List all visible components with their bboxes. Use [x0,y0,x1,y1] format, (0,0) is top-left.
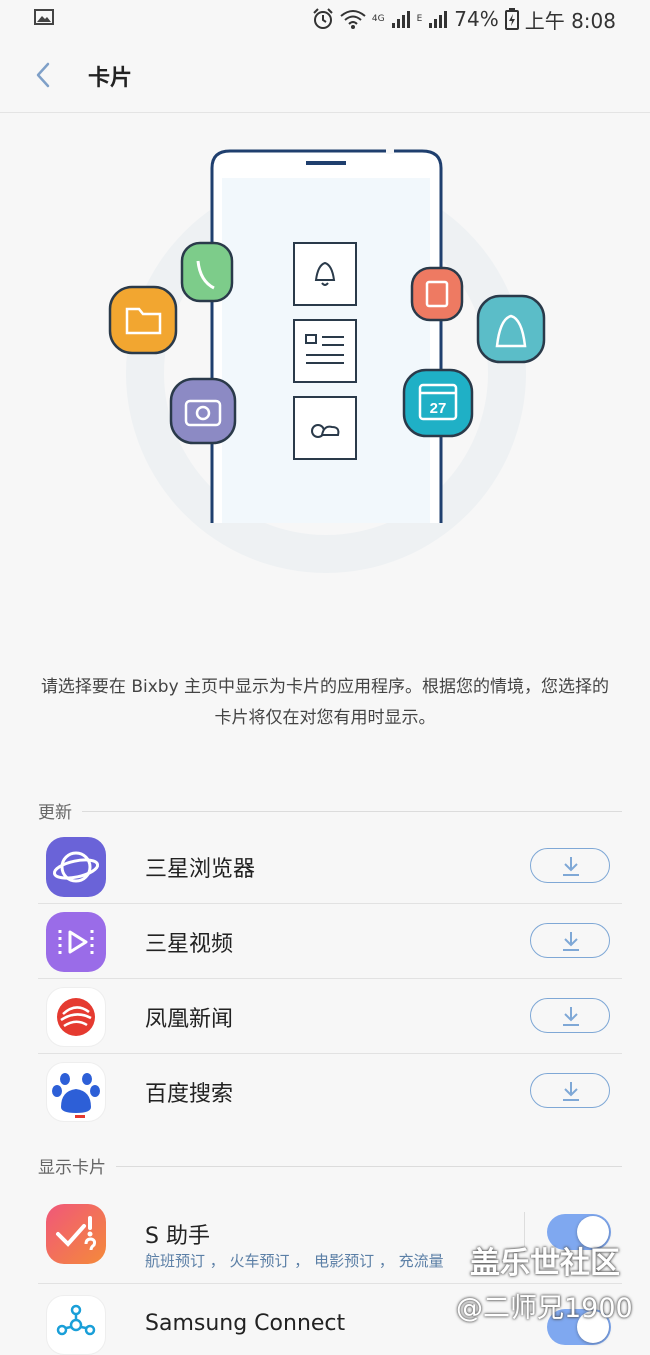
app-name: 三星视频 [145,932,234,957]
calendar-day: 27 [430,400,447,417]
app-name: 百度搜索 [145,1082,234,1107]
camera-app-icon [169,377,237,445]
download-button[interactable] [530,848,610,883]
card-contact-icon [293,319,357,383]
status-bar: 4G E 74% 上午 8:08 [0,0,650,38]
cards-illustration: 27 [108,149,546,573]
download-button[interactable] [530,923,610,958]
ifeng-news-icon [46,987,106,1047]
section-label-show-cards: 显示卡片 [38,1153,116,1178]
alarm-icon [313,8,333,29]
status-icons: 4G E 74% 上午 8:08 [312,4,616,34]
battery-icon [504,8,519,30]
download-icon [563,1082,579,1101]
section-header-show-cards: 显示卡片 [38,1153,622,1181]
card-name: Samsung Connect [145,1311,346,1336]
wifi-icon [340,10,366,29]
list-item-samsung-internet[interactable]: 三星浏览器 [38,829,622,904]
network-type: 4G [371,14,385,24]
samsung-connect-icon [46,1295,106,1355]
notes-app-icon [410,266,464,322]
app-bar: 卡片 [0,38,650,113]
section-header-updates: 更新 [38,798,622,826]
app-name: 凤凰新闻 [145,1007,234,1032]
download-button[interactable] [530,1073,610,1108]
list-item-baidu[interactable]: 百度搜索 [38,1054,622,1129]
folder-app-icon [108,285,178,355]
battery-percent: 74% [454,7,499,31]
samsung-video-icon [46,912,106,972]
calendar-app-icon: 27 [402,368,474,438]
samsung-internet-icon [46,837,106,897]
back-arrow-icon[interactable] [30,58,60,92]
page-title: 卡片 [88,66,133,91]
list-item-ifeng-news[interactable]: 凤凰新闻 [38,979,622,1054]
reminder-app-icon [476,294,546,364]
section-label-updates: 更新 [38,798,82,823]
signal-icon [391,11,410,28]
gallery-notification-icon [34,9,54,25]
description: 请选择要在 Bixby 主页中显示为卡片的应用程序。根据您的情境，您选择的卡片将… [40,677,610,728]
card-description: 航班预订 ， 火车预订 ， 电影预订 ， 充流量 [145,1252,444,1270]
card-weather-icon [293,396,357,460]
phone-app-icon [180,241,234,303]
download-icon [563,1007,579,1026]
baidu-icon [46,1062,106,1122]
download-icon [563,857,579,876]
download-button[interactable] [530,998,610,1033]
list-item-samsung-video[interactable]: 三星视频 [38,904,622,979]
card-bell-icon [293,242,357,306]
download-icon [563,932,579,951]
app-name: 三星浏览器 [145,857,256,882]
card-name: S 助手 [145,1224,210,1249]
watermark-author: @二师兄1900 [456,1293,633,1324]
clock: 上午 8:08 [524,8,616,33]
watermark-title: 盖乐世社区 [470,1246,620,1281]
s-assistant-icon [46,1204,106,1264]
signal-icon-2 [429,11,448,28]
signal-label: E [416,14,423,24]
